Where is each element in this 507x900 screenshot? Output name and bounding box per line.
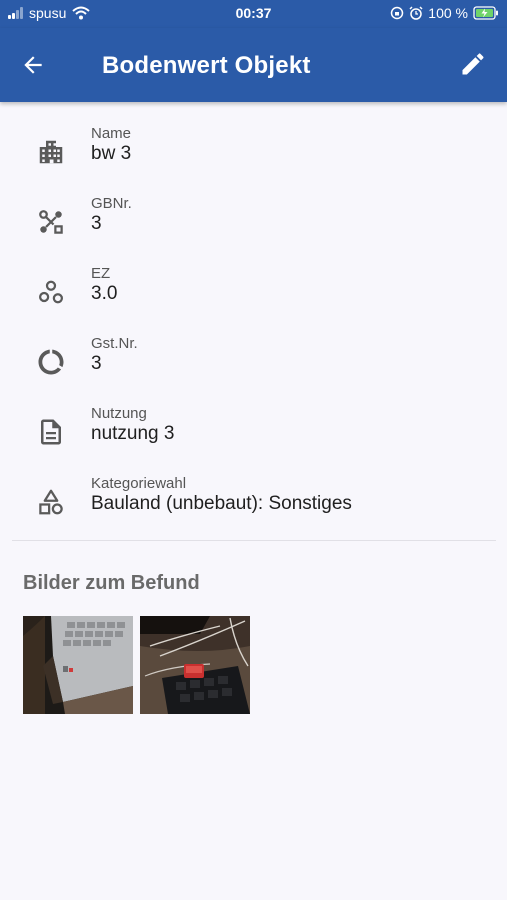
field-label: Name [91, 125, 132, 142]
building-icon [39, 140, 63, 164]
category-icon [39, 489, 63, 515]
field-value: 3 [91, 353, 102, 374]
field-label: Gst.Nr. [91, 335, 138, 352]
field-gstnr: Gst.Nr. 3 [0, 335, 507, 395]
photo-thumbnail-keyboard[interactable] [140, 616, 250, 714]
edit-button[interactable] [459, 50, 489, 80]
app-bar: Bodenwert Objekt [0, 28, 507, 102]
field-gbnr: GBNr. 3 [0, 195, 507, 255]
divider [12, 540, 496, 541]
document-icon [41, 419, 61, 445]
pencil-icon [462, 53, 484, 75]
field-value: 3.0 [91, 283, 118, 304]
alarm-icon [409, 6, 423, 20]
photo-thumbnail-laptop[interactable] [23, 616, 133, 714]
donut-icon [38, 349, 64, 375]
field-value: 3 [91, 213, 102, 234]
field-kategoriewahl: Kategoriewahl Bauland (unbebaut): Sonsti… [0, 475, 507, 535]
bubbles-icon [38, 280, 64, 304]
field-ez: EZ 3.0 [0, 265, 507, 325]
field-value: Bauland (unbebaut): Sonstiges [91, 493, 352, 514]
field-label: GBNr. [91, 195, 132, 212]
arrow-back-icon [24, 56, 42, 74]
battery-percent: 100 % [428, 5, 468, 21]
field-value: bw 3 [91, 143, 132, 164]
battery-charging-icon [473, 6, 498, 20]
field-label: Kategoriewahl [91, 475, 187, 492]
page-title: Bodenwert Objekt [102, 52, 311, 79]
field-name: Name bw 3 [0, 125, 507, 185]
status-bar: spusu 00:37 100 % [0, 0, 507, 28]
field-value: nutzung 3 [91, 423, 175, 444]
rotation-lock-icon [391, 6, 404, 20]
field-label: Nutzung [91, 405, 147, 422]
field-label: EZ [91, 265, 111, 282]
connection-icon [39, 210, 63, 234]
back-button[interactable] [20, 52, 60, 82]
field-nutzung: Nutzung nutzung 3 [0, 405, 507, 465]
images-section-title: Bilder zum Befund [23, 572, 200, 594]
